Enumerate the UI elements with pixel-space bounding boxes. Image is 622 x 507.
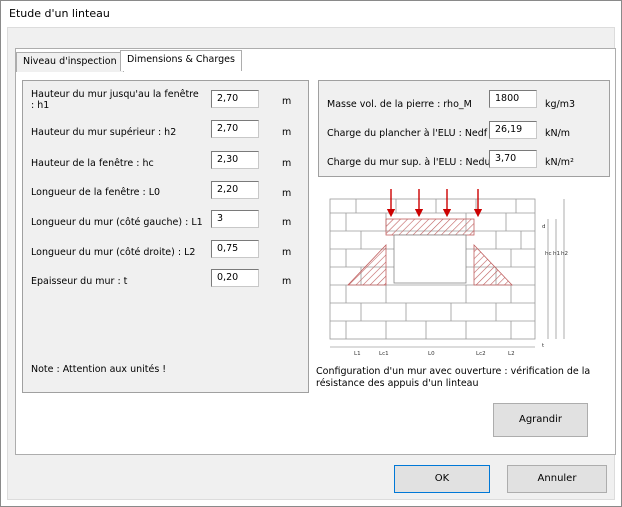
unit-l0: m	[282, 188, 292, 199]
input-l2[interactable]: 0,75	[211, 240, 259, 258]
tab-label: Dimensions & Charges	[127, 54, 235, 65]
label-h2: Hauteur du mur supérieur : h2	[31, 127, 177, 138]
unit-hc: m	[282, 158, 292, 169]
input-l0[interactable]: 2,20	[211, 181, 259, 199]
label-hc: Hauteur de la fenêtre : hc	[31, 158, 154, 169]
label-l1: Longueur du mur (côté gauche) : L1	[31, 217, 203, 228]
unit-rho: kg/m3	[545, 99, 576, 110]
dim-label-l0: L0	[428, 351, 435, 357]
input-h2[interactable]: 2,70	[211, 120, 259, 138]
dim-label-l2: L2	[508, 351, 515, 357]
label-l2: Longueur du mur (côté droite) : L2	[31, 247, 196, 258]
dim-label-d: d	[542, 224, 546, 230]
dim-label-lc2: Lc2	[476, 351, 486, 357]
input-rho[interactable]: 1800	[489, 90, 537, 108]
lintel-hatch	[385, 218, 475, 236]
input-nedu[interactable]: 3,70	[489, 150, 537, 168]
tab-dimensions-charges[interactable]: Dimensions & Charges	[120, 50, 242, 71]
label-nedu: Charge du mur sup. à l'ELU : Nedu	[327, 157, 491, 168]
input-hc[interactable]: 2,30	[211, 151, 259, 169]
input-nedf[interactable]: 26,19	[489, 121, 537, 139]
dim-label-h2: h2	[561, 251, 568, 257]
agrandir-button[interactable]: Agrandir	[493, 403, 588, 437]
label-l0: Longueur de la fenêtre : L0	[31, 187, 161, 198]
window-opening	[393, 234, 467, 284]
window-title: Etude d'un linteau	[9, 7, 110, 20]
ok-button[interactable]: OK	[394, 465, 490, 493]
note-text: Note : Attention aux unités !	[31, 364, 167, 375]
label-t: Epaisseur du mur : t	[31, 276, 128, 287]
tab-label: Niveau d'inspection	[23, 56, 117, 67]
unit-t: m	[282, 276, 292, 287]
dim-label-lc1: Lc1	[379, 351, 389, 357]
unit-h1: m	[282, 96, 292, 107]
title-bar: Etude d'un linteau	[1, 1, 621, 27]
label-h1: Hauteur du mur jusqu'au la fenêtre : h1	[31, 89, 199, 111]
annuler-button[interactable]: Annuler	[507, 465, 607, 493]
dim-label-l1: L1	[354, 351, 361, 357]
unit-nedf: kN/m	[545, 128, 571, 139]
input-l1[interactable]: 3	[211, 210, 259, 228]
unit-l1: m	[282, 217, 292, 228]
input-t[interactable]: 0,20	[211, 269, 259, 287]
lintel-diagram: L1 Lc1 L0 Lc2 L2 d hc h1 h2 t	[316, 183, 606, 363]
diagram-caption: Configuration d'un mur avec ouverture : …	[316, 366, 591, 389]
unit-l2: m	[282, 247, 292, 258]
label-nedf: Charge du plancher à l'ELU : Nedf	[327, 128, 488, 139]
dim-label-h1: h1	[553, 251, 560, 257]
tab-niveau-inspection[interactable]: Niveau d'inspection	[16, 52, 124, 72]
dim-label-hc: hc	[545, 251, 552, 257]
label-rho: Masse vol. de la pierre : rho_M	[327, 99, 472, 110]
unit-nedu: kN/m²	[545, 157, 574, 168]
unit-h2: m	[282, 127, 292, 138]
input-h1[interactable]: 2,70	[211, 90, 259, 108]
